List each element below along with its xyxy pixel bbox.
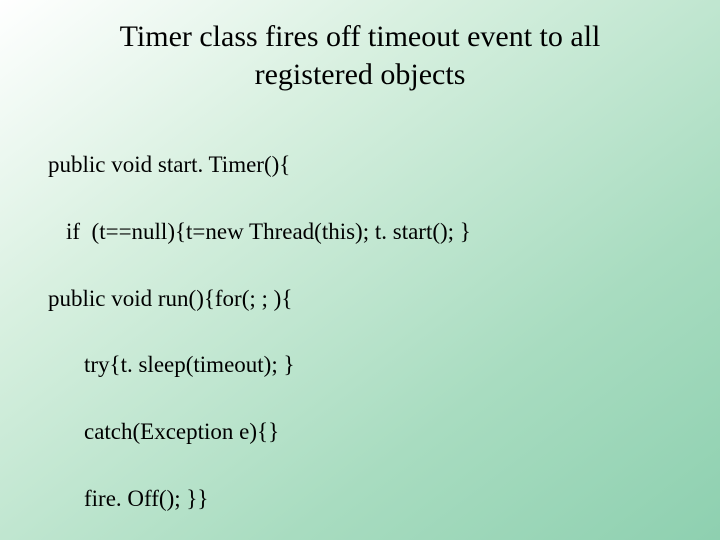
title-line-1: Timer class fires off timeout event to a… (120, 20, 601, 53)
code-block: public void start. Timer(){ if (t==null)… (48, 115, 672, 540)
slide-title: Timer class fires off timeout event to a… (48, 18, 672, 93)
code-line: fire. Off(); }} (48, 482, 672, 515)
code-line: if (t==null){t=new Thread(this); t. star… (48, 215, 672, 248)
code-line: try{t. sleep(timeout); } (48, 348, 672, 381)
code-line: public void start. Timer(){ (48, 148, 672, 181)
slide: Timer class fires off timeout event to a… (0, 0, 720, 540)
code-line: public void run(){for(; ; ){ (48, 282, 672, 315)
title-line-2: registered objects (255, 58, 466, 91)
code-line: catch(Exception e){} (48, 415, 672, 448)
